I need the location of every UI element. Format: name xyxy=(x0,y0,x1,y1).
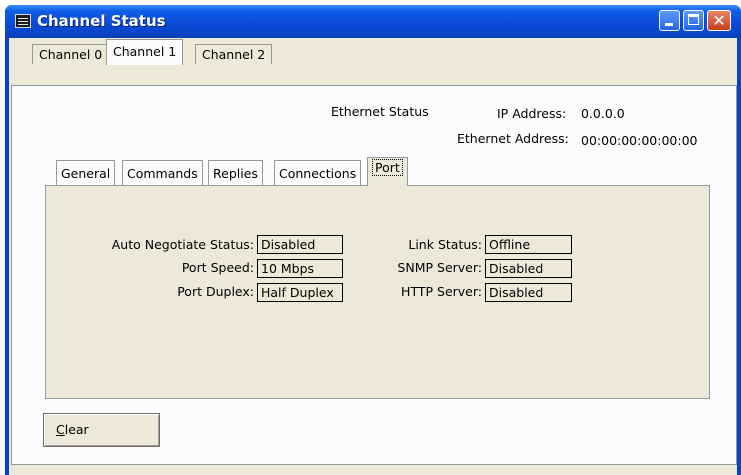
http-server-label: HTTP Server: xyxy=(401,284,482,299)
tab-replies[interactable]: Replies xyxy=(208,160,263,185)
ethernet-status-label: Ethernet Status xyxy=(331,104,429,119)
port-speed-field: 10 Mbps xyxy=(257,259,343,278)
app-icon xyxy=(15,14,31,28)
clear-button-mnemonic: C xyxy=(56,422,65,437)
maximize-icon xyxy=(688,14,699,25)
minimize-button[interactable] xyxy=(659,10,680,31)
tab-port-label: Port xyxy=(372,159,403,176)
tab-general[interactable]: General xyxy=(56,160,116,185)
port-duplex-field: Half Duplex xyxy=(257,283,343,302)
http-server-field: Disabled xyxy=(485,283,572,302)
port-speed-label: Port Speed: xyxy=(181,260,254,275)
channel-tab-strip: Channel 0 Channel 1 Channel 2 xyxy=(9,38,737,65)
link-status-label: Link Status: xyxy=(408,237,482,252)
tab-commands[interactable]: Commands xyxy=(122,160,203,185)
auto-negotiate-field: Disabled xyxy=(257,235,343,254)
auto-negotiate-label: Auto Negotiate Status: xyxy=(111,237,254,252)
title-bar[interactable]: Channel Status ✕ xyxy=(5,5,741,38)
window-title: Channel Status xyxy=(37,12,166,30)
tab-connections[interactable]: Connections xyxy=(274,160,362,185)
tab-channel-0[interactable]: Channel 0 xyxy=(32,44,110,64)
snmp-server-field: Disabled xyxy=(485,259,572,278)
snmp-server-label: SNMP Server: xyxy=(397,260,482,275)
ethernet-address-label: Ethernet Address: xyxy=(457,131,569,146)
link-status-field: Offline xyxy=(485,235,572,254)
tab-port[interactable]: Port xyxy=(367,157,408,186)
ethernet-address-value: 00:00:00:00:00:00 xyxy=(581,133,698,148)
close-icon: ✕ xyxy=(712,11,726,30)
clear-button-label: lear xyxy=(64,422,89,437)
tab-channel-2[interactable]: Channel 2 xyxy=(195,44,273,64)
port-panel xyxy=(45,185,710,399)
clear-button[interactable]: Clear xyxy=(43,413,160,447)
tab-channel-1[interactable]: Channel 1 xyxy=(106,39,184,65)
ip-address-label: IP Address: xyxy=(497,106,567,121)
close-button[interactable]: ✕ xyxy=(707,10,731,31)
port-duplex-label: Port Duplex: xyxy=(177,284,254,299)
maximize-button[interactable] xyxy=(683,10,704,31)
minimize-icon xyxy=(665,23,673,26)
ip-address-value: 0.0.0.0 xyxy=(581,106,625,121)
